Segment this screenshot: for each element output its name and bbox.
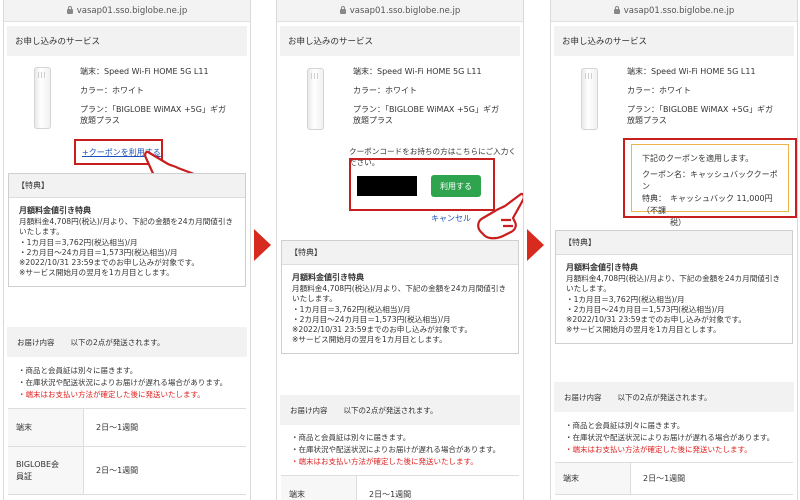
delivery-header: お届け内容 以下の2点が発送されます。 [7, 327, 247, 357]
table-row: 端末 2日〜1週間 [8, 409, 246, 447]
cancel-coupon-link[interactable]: キャンセル [431, 213, 471, 224]
phone-screen-step2: vasap01.sso.biglobe.ne.jp お申し込みのサービス 端末：… [276, 0, 524, 500]
coupon-applied-box: 下記のクーポンを適用します。 クーポン名：キャッシュバッククーポン 特典： キャ… [631, 144, 789, 227]
delivery-notes: ・商品と会員証は別々に届きます。 ・在庫状況や配送状況によりお届けが遅れる場合が… [565, 421, 775, 454]
tokuten-box: 【特典】 月額料金値引き特典 月額料金4,708円(税込)/月より、下記の金額を… [555, 230, 793, 345]
tokuten-header: 【特典】 [282, 241, 518, 265]
delivery-notes: ・商品と会員証は別々に届きます。 ・在庫状況や配送状況によりお届けが遅れる場合が… [291, 433, 501, 466]
product-color: カラー：ホワイト [353, 86, 417, 95]
step-arrow-icon [254, 229, 271, 261]
product-terminal: 端末：Speed Wi-Fi HOME 5G L11 [627, 67, 756, 76]
delivery-notes: ・商品と会員証は別々に届きます。 ・在庫状況や配送状況によりお届けが遅れる場合が… [18, 366, 228, 399]
table-row: 端末 2日〜1週間 [555, 463, 793, 495]
product-plan: プラン：「BIGLOBE WiMAX +5G」ギガ 放題プラス [353, 105, 499, 125]
table-row: BIGLOBE会 員証 2日〜1週間 [8, 447, 246, 495]
service-section-header: お申し込みのサービス [280, 26, 520, 56]
phone-screen-step3: vasap01.sso.biglobe.ne.jp お申し込みのサービス 端末：… [550, 0, 798, 500]
product-terminal: 端末：Speed Wi-Fi HOME 5G L11 [80, 67, 209, 76]
service-section-header: お申し込みのサービス [554, 26, 794, 56]
delivery-header: お届け内容 以下の2点が発送されます。 [554, 382, 794, 412]
product-color: カラー：ホワイト [627, 86, 691, 95]
tokuten-header: 【特典】 [9, 174, 245, 198]
lock-icon [66, 6, 73, 14]
product-plan: プラン：「BIGLOBE WiMAX +5G」ギガ 放題プラス [80, 105, 226, 125]
tokuten-box: 【特典】 月額料金値引き特典 月額料金4,708円(税込)/月より、下記の金額を… [8, 173, 246, 288]
router-image [581, 68, 598, 130]
table-row: 端末 2日〜1週間 [281, 476, 519, 500]
tokuten-header: 【特典】 [556, 231, 792, 255]
lock-icon [613, 6, 620, 14]
tokuten-title: 月額料金値引き特典 [19, 206, 91, 215]
router-image [34, 67, 51, 129]
delivery-table: 端末 2日〜1週間 [281, 475, 519, 500]
url-bar[interactable]: vasap01.sso.biglobe.ne.jp [551, 0, 797, 22]
tokuten-title: 月額料金値引き特典 [292, 273, 364, 282]
pointing-hand-icon [477, 192, 523, 240]
tokuten-title: 月額料金値引き特典 [566, 263, 638, 272]
product-plan: プラン：「BIGLOBE WiMAX +5G」ギガ 放題プラス [627, 105, 773, 125]
router-image [307, 68, 324, 130]
product-terminal: 端末：Speed Wi-Fi HOME 5G L11 [353, 67, 482, 76]
tokuten-body: 月額料金値引き特典 月額料金4,708円(税込)/月より、下記の金額を24カ月間… [566, 263, 781, 335]
tokuten-box: 【特典】 月額料金値引き特典 月額料金4,708円(税込)/月より、下記の金額を… [281, 240, 519, 355]
tokuten-body: 月額料金値引き特典 月額料金4,708円(税込)/月より、下記の金額を24カ月間… [292, 273, 507, 345]
url-bar[interactable]: vasap01.sso.biglobe.ne.jp [4, 0, 250, 22]
tokuten-body: 月額料金値引き特典 月額料金4,708円(税込)/月より、下記の金額を24カ月間… [19, 206, 234, 278]
lock-icon [339, 6, 346, 14]
step-arrow-icon [527, 229, 544, 261]
delivery-table: 端末 2日〜1週間 [555, 462, 793, 495]
delivery-header: お届け内容 以下の2点が発送されます。 [280, 395, 520, 425]
url-bar[interactable]: vasap01.sso.biglobe.ne.jp [277, 0, 523, 22]
phone-screen-step1: vasap01.sso.biglobe.ne.jp お申し込みのサービス 端末：… [3, 0, 251, 500]
product-color: カラー：ホワイト [80, 86, 144, 95]
delivery-table: 端末 2日〜1週間 BIGLOBE会 員証 2日〜1週間 [8, 408, 246, 495]
coupon-code-input[interactable] [357, 176, 417, 196]
service-section-header: お申し込みのサービス [7, 26, 247, 56]
